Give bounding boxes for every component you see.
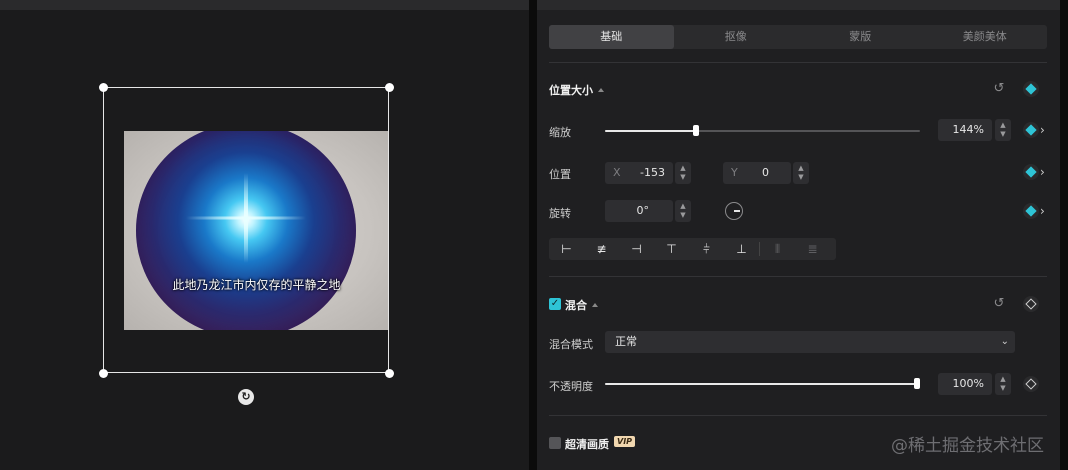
tab-basic[interactable]: 基础 xyxy=(549,25,674,49)
section-title-blend[interactable]: 混合 xyxy=(565,297,598,313)
section-title-hd[interactable]: 超清画质 xyxy=(565,436,609,452)
opacity-keyframe-button[interactable] xyxy=(1023,376,1039,392)
rotation-label: 旋转 xyxy=(549,207,571,220)
opacity-slider[interactable] xyxy=(605,378,920,389)
align-left-icon[interactable]: ⊢ xyxy=(549,242,584,256)
rotation-input[interactable]: 0° xyxy=(605,200,673,222)
keyframe-diamond-outline-icon xyxy=(1025,298,1037,310)
opacity-input[interactable]: 100% xyxy=(938,373,992,395)
vip-badge: VIP xyxy=(614,436,636,447)
property-tabs: 基础 抠像 蒙版 美颜美体 xyxy=(549,25,1047,49)
resize-handle-top-right[interactable] xyxy=(385,83,394,92)
rotation-dial[interactable] xyxy=(725,202,743,220)
blend-checkbox[interactable]: ✓ xyxy=(549,298,561,310)
chevron-right-icon[interactable]: › xyxy=(1040,165,1045,179)
reset-icon[interactable]: ↺ xyxy=(992,297,1006,311)
align-bottom-icon[interactable]: ⊥ xyxy=(724,242,759,256)
position-y-stepper[interactable]: ▲ ▼ xyxy=(793,162,809,184)
tab-beauty[interactable]: 美颜美体 xyxy=(923,25,1048,49)
chevron-right-icon[interactable]: › xyxy=(1040,123,1045,137)
position-y-input[interactable]: Y 0 xyxy=(723,162,791,184)
scale-stepper[interactable]: ▲ ▼ xyxy=(995,119,1011,141)
blend-mode-value: 正常 xyxy=(615,335,637,348)
keyframe-diamond-icon xyxy=(1025,83,1037,95)
resize-handle-bottom-right[interactable] xyxy=(385,369,394,378)
keyframe-diamond-outline-icon xyxy=(1025,378,1037,390)
chevron-down-icon: ⌄ xyxy=(1000,336,1009,347)
collapse-caret-icon xyxy=(598,88,604,92)
section-title-position-size[interactable]: 位置大小 xyxy=(549,82,604,98)
panel-header-bar xyxy=(537,0,1060,10)
selection-box[interactable] xyxy=(103,87,389,373)
section-divider xyxy=(549,276,1047,277)
alignment-toolbar: ⊢ ≢ ⊣ ⊤ ⫩ ⊥ ⦀ ≣ xyxy=(549,238,836,260)
position-x-input[interactable]: X -153 xyxy=(605,162,673,184)
align-top-icon[interactable]: ⊤ xyxy=(654,242,689,256)
position-keyframe-button[interactable] xyxy=(1023,164,1039,180)
opacity-stepper[interactable]: ▲ ▼ xyxy=(995,373,1011,395)
rotation-stepper[interactable]: ▲ ▼ xyxy=(675,200,691,222)
x-axis-label: X xyxy=(613,166,621,179)
canvas-area: 此地乃龙江市内仅存的平静之地 ↻ xyxy=(0,0,529,470)
scale-label: 缩放 xyxy=(549,126,571,139)
scale-value: 144% xyxy=(952,123,984,136)
resize-handle-top-left[interactable] xyxy=(99,83,108,92)
scale-input[interactable]: 144% xyxy=(938,119,992,141)
section-divider xyxy=(549,415,1047,416)
align-right-icon[interactable]: ⊣ xyxy=(619,242,654,256)
blend-keyframe-button[interactable] xyxy=(1023,296,1039,312)
rotate-handle-icon[interactable]: ↻ xyxy=(238,389,254,405)
canvas-toolbar xyxy=(0,0,529,10)
distribute-h-icon: ⦀ xyxy=(774,241,781,256)
scale-slider[interactable] xyxy=(605,125,920,136)
y-axis-label: Y xyxy=(731,166,738,179)
section-divider xyxy=(549,62,1047,63)
position-y-value: 0 xyxy=(762,166,769,179)
scale-keyframe-button[interactable] xyxy=(1023,122,1039,138)
section-title-text: 位置大小 xyxy=(549,84,593,97)
align-middle-v-icon[interactable]: ⫩ xyxy=(689,242,724,257)
scale-slider-thumb[interactable] xyxy=(693,125,699,136)
align-center-h-icon[interactable]: ≢ xyxy=(584,242,619,256)
distribute-v-icon: ≣ xyxy=(807,242,818,256)
reset-icon[interactable]: ↺ xyxy=(992,82,1006,96)
blend-mode-select[interactable]: 正常 ⌄ xyxy=(605,331,1015,353)
tab-cutout[interactable]: 抠像 xyxy=(674,25,799,49)
opacity-slider-fill xyxy=(605,383,917,385)
hd-checkbox[interactable] xyxy=(549,437,561,449)
resize-handle-bottom-left[interactable] xyxy=(99,369,108,378)
opacity-slider-thumb[interactable] xyxy=(914,378,920,389)
watermark-text: @稀土掘金技术社区 xyxy=(891,436,1044,456)
chevron-right-icon[interactable]: › xyxy=(1040,204,1045,218)
keyframe-diamond-icon xyxy=(1025,205,1037,217)
collapse-caret-icon xyxy=(592,303,598,307)
opacity-value: 100% xyxy=(952,377,984,390)
keyframe-diamond-icon xyxy=(1025,124,1037,136)
panel-divider[interactable] xyxy=(529,0,537,470)
position-x-value: -153 xyxy=(640,166,665,179)
position-label: 位置 xyxy=(549,168,571,181)
position-x-stepper[interactable]: ▲ ▼ xyxy=(675,162,691,184)
window-edge xyxy=(1060,0,1068,470)
keyframe-diamond-icon xyxy=(1025,166,1037,178)
scale-slider-fill xyxy=(605,130,696,132)
properties-panel: 基础 抠像 蒙版 美颜美体 位置大小 ↺ 缩放 144% ▲ ▼ › 位置 X -… xyxy=(537,0,1060,470)
section-title-text: 混合 xyxy=(565,299,587,312)
rotation-keyframe-button[interactable] xyxy=(1023,203,1039,219)
keyframe-button[interactable] xyxy=(1023,81,1039,97)
blend-mode-label: 混合模式 xyxy=(549,338,593,351)
opacity-label: 不透明度 xyxy=(549,380,593,393)
tab-mask[interactable]: 蒙版 xyxy=(798,25,923,49)
rotation-value: 0° xyxy=(636,204,650,217)
